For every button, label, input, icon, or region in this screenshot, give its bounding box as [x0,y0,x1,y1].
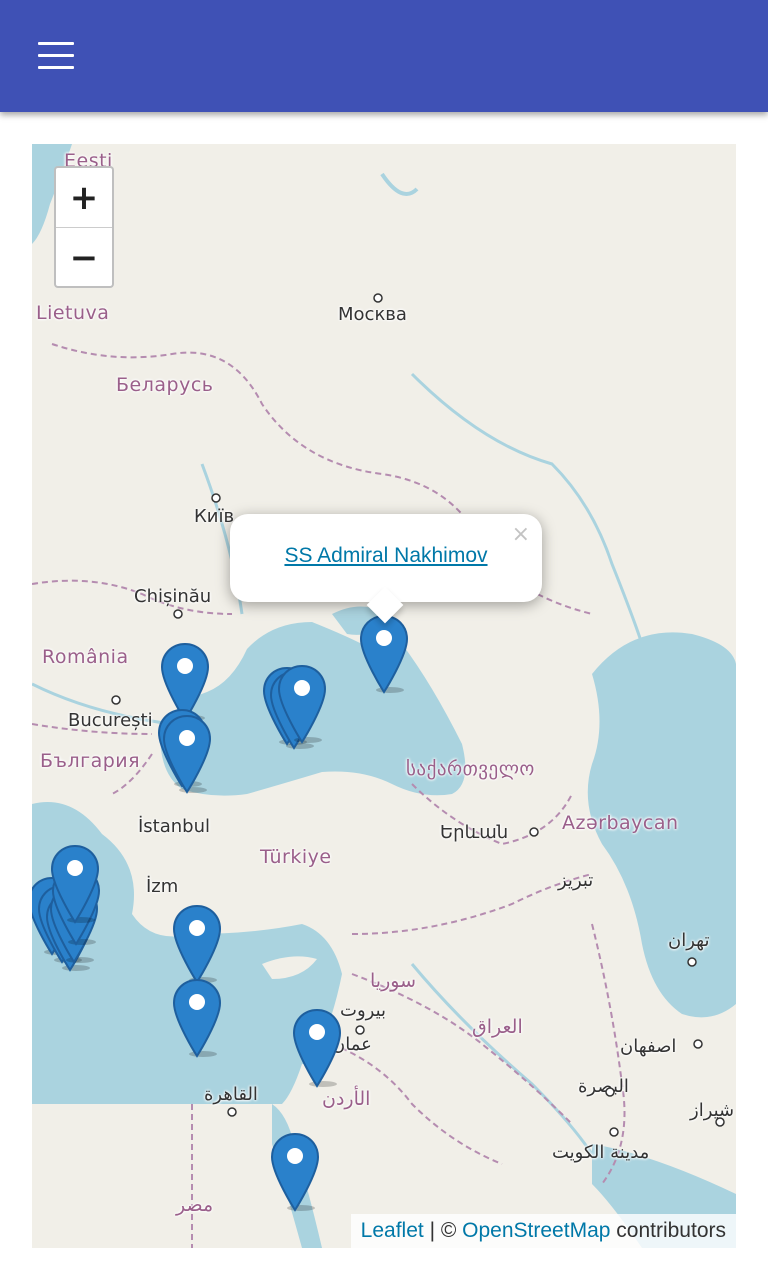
label-tabriz: تبریز [558,870,594,891]
map-marker-icon[interactable] [172,904,222,984]
map-marker-icon[interactable] [359,614,409,694]
leaflet-link[interactable]: Leaflet [361,1219,424,1243]
label-romania: România [42,646,129,668]
label-isfahan: اصفهان [620,1036,677,1057]
attribution-separator: | © [423,1219,463,1242]
label-kyiv: Київ [194,506,235,527]
osm-link[interactable]: OpenStreetMap [462,1219,610,1243]
label-yerevan: Երևան [440,822,509,843]
label-bucuresti: București [68,710,153,731]
label-tehran: تهران [668,930,710,951]
label-turkiye: Türkiye [260,846,332,868]
label-izmir: İzm [146,876,179,897]
zoom-control: + − [54,166,114,288]
label-lietuva: Lietuva [36,302,110,324]
zoom-out-button[interactable]: − [56,228,112,287]
attribution-suffix: contributors [610,1219,726,1242]
label-kuwait: مدينة الكويت [552,1142,650,1163]
label-shiraz: شیراز [690,1100,735,1121]
label-jordan: الأردن [322,1088,371,1110]
marker-popup: × SS Admiral Nakhimov [230,514,542,624]
map-marker-icon[interactable] [270,1132,320,1212]
label-beirut: بيروت [340,1000,387,1021]
popup-title-link[interactable]: SS Admiral Nakhimov [230,544,542,568]
map-marker-icon[interactable] [172,978,222,1058]
label-moskva: Москва [338,304,407,325]
map-marker-icon[interactable] [277,664,327,744]
map-view[interactable]: Eesti Lietuva Москва Беларусь Київ Chiși… [32,144,736,1248]
label-basra: البصرة [578,1076,629,1097]
label-georgia: საქართველო [406,758,535,780]
label-cairo: القاهرة [204,1084,258,1105]
map-marker-icon[interactable] [162,714,212,794]
label-syria: سوريا [370,970,416,992]
label-bulgaria: България [40,750,141,772]
map-marker-icon[interactable] [50,844,100,924]
label-iraq: العراق [472,1016,523,1038]
zoom-in-button[interactable]: + [56,168,112,228]
label-azerbaycan: Azərbaycan [562,812,679,834]
app-bar [0,0,768,112]
label-istanbul: İstanbul [138,816,211,837]
label-belarus: Беларусь [116,374,214,396]
map-marker-icon[interactable] [292,1008,342,1088]
hamburger-menu-icon[interactable] [38,42,74,70]
map-attribution: Leaflet | © OpenStreetMap contributors [350,1214,736,1248]
label-chisinau: Chișinău [134,586,212,607]
label-egypt: مصر [176,1194,214,1216]
